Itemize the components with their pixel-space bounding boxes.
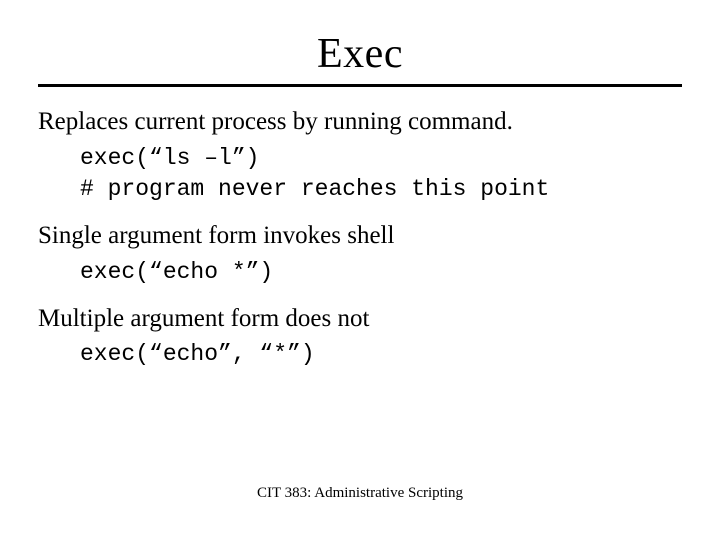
paragraph-1: Replaces current process by running comm… bbox=[38, 105, 682, 139]
slide-container: Exec Replaces current process by running… bbox=[0, 0, 720, 540]
slide-footer: CIT 383: Administrative Scripting bbox=[0, 485, 720, 502]
title-underline bbox=[38, 84, 682, 87]
paragraph-3: Multiple argument form does not bbox=[38, 302, 682, 336]
code-block-1: exec(“ls –l”) # program never reaches th… bbox=[80, 143, 682, 205]
code-block-2: exec(“echo *”) bbox=[80, 257, 682, 288]
slide-title: Exec bbox=[38, 30, 682, 78]
code-block-3: exec(“echo”, “*”) bbox=[80, 339, 682, 370]
paragraph-2: Single argument form invokes shell bbox=[38, 219, 682, 253]
